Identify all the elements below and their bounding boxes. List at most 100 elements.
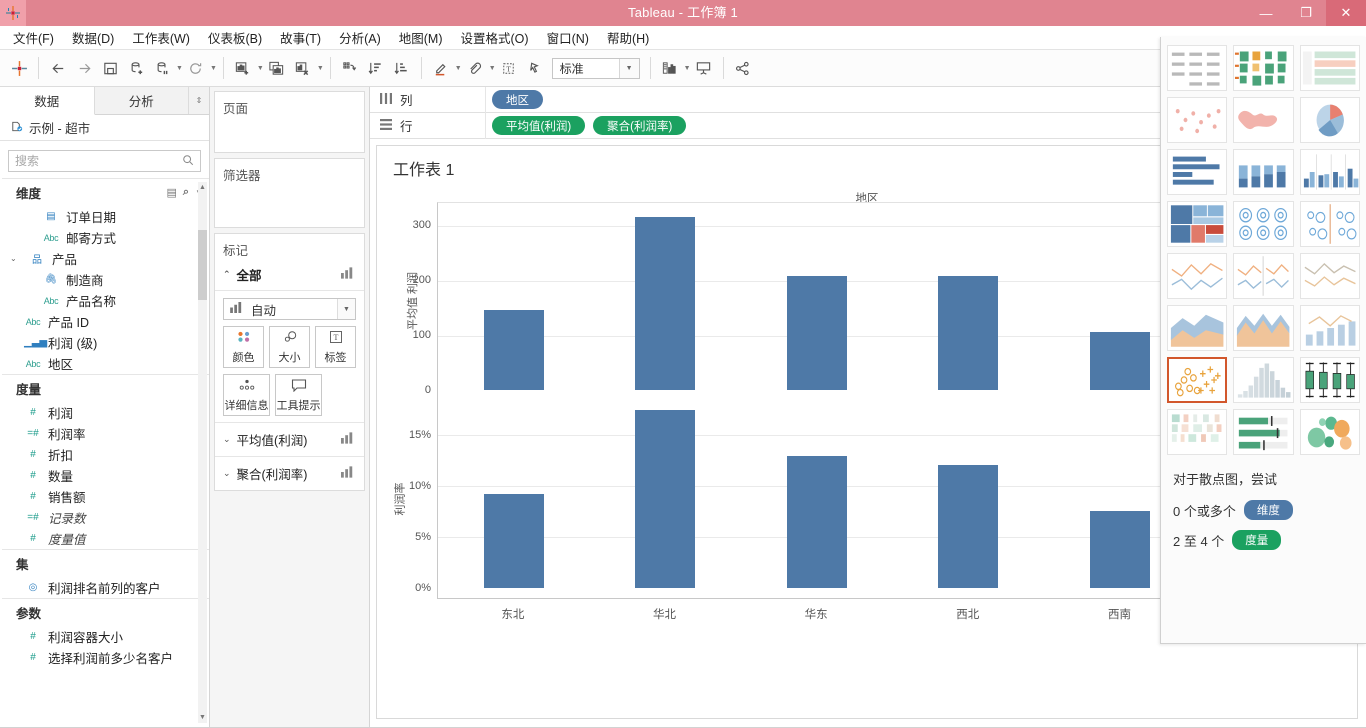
field-item[interactable]: # 数量	[2, 465, 209, 486]
search-box[interactable]	[8, 150, 201, 172]
tableau-home-icon[interactable]	[6, 55, 32, 81]
bar-mark[interactable]	[483, 493, 544, 588]
duplicate-worksheet-icon[interactable]	[264, 55, 290, 81]
new-worksheet-icon[interactable]	[230, 55, 256, 81]
marks-tooltip-button[interactable]: 工具提示	[275, 374, 322, 416]
fix-axes-icon[interactable]	[522, 55, 548, 81]
highlight-icon[interactable]	[428, 55, 454, 81]
show-me-histogram[interactable]	[1233, 357, 1294, 403]
swap-rows-columns-icon[interactable]	[337, 55, 363, 81]
refresh-caret-icon[interactable]: ▼	[210, 65, 217, 72]
menu-format[interactable]: 设置格式(O)	[452, 25, 538, 50]
pill-avg-profit[interactable]: 平均值(利润)	[492, 116, 586, 135]
scroll-thumb[interactable]	[198, 230, 207, 300]
show-me-packed-bubbles[interactable]	[1299, 409, 1360, 455]
show-me-circle-views[interactable]	[1233, 201, 1294, 247]
x-tick-label[interactable]: 西南	[1089, 606, 1149, 632]
bar-mark[interactable]	[1089, 511, 1150, 588]
field-item[interactable]: =# 记录数	[2, 507, 209, 528]
marks-card-avg-profit[interactable]: ⌄ 平均值(利润)	[215, 422, 364, 456]
marks-card-agg-profit-ratio[interactable]: ⌄ 聚合(利润率)	[215, 456, 364, 490]
bar-mark[interactable]	[483, 310, 544, 390]
menu-data[interactable]: 数据(D)	[63, 25, 123, 50]
menu-worksheet[interactable]: 工作表(W)	[123, 25, 199, 50]
show-me-text-table[interactable]	[1167, 45, 1228, 91]
presentation-mode-icon[interactable]	[691, 55, 717, 81]
x-tick-label[interactable]: 西北	[938, 606, 998, 632]
field-item[interactable]: ⌄ 品产品	[2, 248, 209, 269]
pause-caret-icon[interactable]: ▼	[176, 65, 183, 72]
scroll-up-arrow-icon[interactable]: ▲	[198, 182, 207, 193]
add-data-source-icon[interactable]	[123, 55, 149, 81]
marks-all-row[interactable]: ⌃ 全部	[215, 262, 364, 291]
mark-type-caret-icon[interactable]: ▼	[337, 299, 355, 319]
sort-ascending-icon[interactable]	[363, 55, 389, 81]
back-arrow-icon[interactable]	[45, 55, 71, 81]
marks-detail-button[interactable]: 详细信息	[223, 374, 270, 416]
x-tick-label[interactable]: 华东	[786, 606, 846, 632]
show-mark-labels-icon[interactable]: T	[496, 55, 522, 81]
pause-data-source-icon[interactable]	[149, 55, 175, 81]
search-input[interactable]	[15, 154, 182, 168]
field-item[interactable]: # 利润容器大小	[2, 626, 209, 647]
x-tick-label[interactable]: 华北	[634, 606, 694, 632]
clear-caret-icon[interactable]: ▼	[317, 65, 324, 72]
fit-caret-icon[interactable]: ▼	[618, 58, 639, 78]
forward-arrow-icon[interactable]	[71, 55, 97, 81]
refresh-data-source-icon[interactable]	[183, 55, 209, 81]
totals-caret-icon[interactable]: ▼	[684, 65, 691, 72]
bar-mark[interactable]	[635, 217, 696, 390]
highlight-caret-icon[interactable]: ▼	[455, 65, 462, 72]
show-me-side-by-side-bars[interactable]	[1299, 149, 1360, 195]
group-members-icon[interactable]	[462, 55, 488, 81]
scroll-down-arrow-icon[interactable]: ▼	[198, 712, 207, 723]
minimize-button[interactable]: —	[1246, 0, 1286, 26]
show-me-horizontal-bars[interactable]	[1167, 149, 1228, 195]
show-me-side-by-side-circles[interactable]	[1299, 201, 1360, 247]
marks-label-button[interactable]: T 标签	[315, 326, 356, 368]
fit-select[interactable]: 标准 ▼	[551, 57, 640, 79]
x-tick-label[interactable]: 东北	[483, 606, 543, 632]
section-search-icon[interactable]: ⌕	[183, 186, 189, 199]
group-by-folder-icon[interactable]: ▤	[167, 186, 177, 199]
show-totals-icon[interactable]	[657, 55, 683, 81]
field-item[interactable]: # 选择利润前多少名客户	[2, 647, 209, 668]
show-me-highlight-table[interactable]	[1299, 45, 1360, 91]
marks-color-button[interactable]: 颜色	[223, 326, 264, 368]
field-item[interactable]: =# 利润率	[2, 423, 209, 444]
show-me-gantt-chart[interactable]	[1167, 409, 1228, 455]
show-me-filled-map[interactable]	[1233, 97, 1294, 143]
mark-type-select[interactable]: 自动 ▼	[223, 298, 356, 320]
menu-window[interactable]: 窗口(N)	[538, 25, 598, 50]
field-item[interactable]: Abc 地区	[2, 353, 209, 374]
bar-mark[interactable]	[786, 456, 847, 588]
field-list-scrollbar[interactable]: ▲ ▼	[198, 182, 207, 723]
expander-chevron-icon[interactable]: ⌄	[10, 254, 22, 263]
save-icon[interactable]	[97, 55, 123, 81]
field-item[interactable]: # 利润	[2, 402, 209, 423]
new-worksheet-caret-icon[interactable]: ▼	[257, 65, 264, 72]
collapse-chevron-icon[interactable]: ⌃	[223, 269, 231, 280]
field-item[interactable]: ◎ 利润排名前列的客户	[2, 577, 209, 598]
menu-file[interactable]: 文件(F)	[4, 25, 63, 50]
expand-chevron-icon-2[interactable]: ⌄	[223, 468, 231, 479]
menu-analysis[interactable]: 分析(A)	[330, 25, 390, 50]
field-item[interactable]: 🖇 制造商	[2, 269, 209, 290]
menu-map[interactable]: 地图(M)	[390, 25, 452, 50]
data-pane-resize-icon[interactable]: ⇕	[189, 87, 209, 114]
bar-mark[interactable]	[786, 275, 847, 390]
field-list[interactable]: ▲ ▼ 维度 ▤ ⌕ ▼ ▤订单日期Abc邮寄方式⌄品产品🖇制造商Abc产品名称Abc产…	[0, 178, 209, 727]
bar-mark[interactable]	[938, 275, 999, 390]
bar-mark[interactable]	[938, 465, 999, 588]
field-item[interactable]: Abc 产品名称	[2, 290, 209, 311]
tab-data[interactable]: 数据	[0, 87, 95, 115]
show-me-box-and-whisker[interactable]	[1299, 357, 1360, 403]
bar-mark[interactable]	[1089, 332, 1150, 390]
close-button[interactable]: ✕	[1326, 0, 1366, 26]
show-me-lines-continuous[interactable]	[1167, 253, 1228, 299]
pill-region[interactable]: 地区	[492, 90, 543, 109]
show-me-pie-chart[interactable]	[1299, 97, 1360, 143]
sort-descending-icon[interactable]	[389, 55, 415, 81]
search-icon[interactable]	[182, 154, 194, 169]
bar-mark[interactable]	[635, 410, 696, 588]
